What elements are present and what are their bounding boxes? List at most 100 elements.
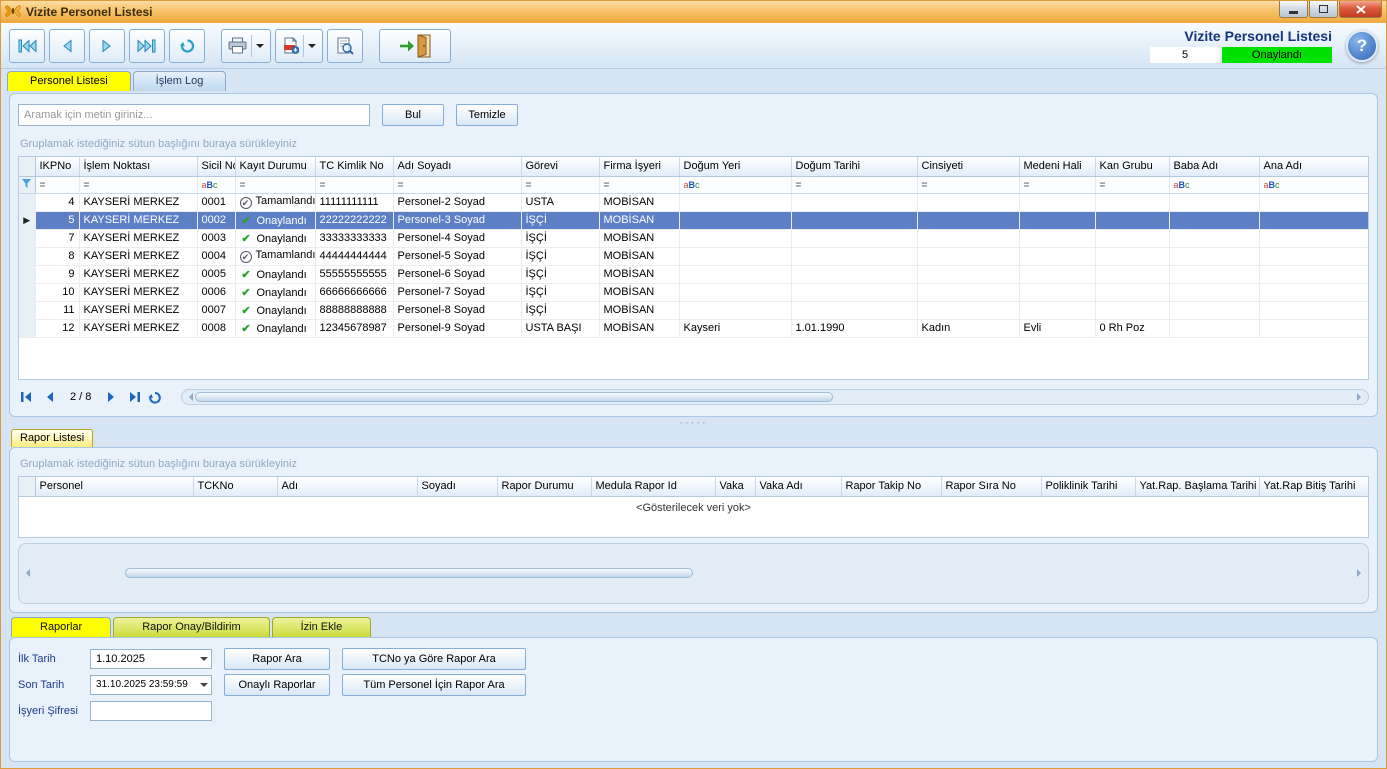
- close-button[interactable]: [1339, 1, 1382, 18]
- filter-cell[interactable]: =: [1019, 176, 1095, 193]
- column-header[interactable]: Doğum Yeri: [679, 157, 791, 176]
- table-row[interactable]: 7KAYSERİ MERKEZ0003Onaylandı33333333333P…: [19, 229, 1369, 247]
- tab-raporlar[interactable]: Raporlar: [11, 617, 111, 637]
- filter-cell[interactable]: =: [393, 176, 521, 193]
- filter-funnel-icon[interactable]: [19, 176, 35, 193]
- tab-izin-ekle[interactable]: İzin Ekle: [272, 617, 372, 637]
- report-horizontal-scrollbar[interactable]: [18, 543, 1369, 605]
- last-date-combo[interactable]: 31.10.2025 23:59:59: [90, 675, 212, 695]
- last-record-button[interactable]: [129, 29, 165, 63]
- search-input[interactable]: [18, 104, 370, 126]
- column-header[interactable]: Medula Rapor Id: [591, 477, 715, 496]
- column-header[interactable]: Soyadı: [417, 477, 497, 496]
- personnel-horizontal-scrollbar[interactable]: [181, 389, 1369, 405]
- scroll-right-icon[interactable]: [1357, 569, 1365, 577]
- table-row[interactable]: 8KAYSERİ MERKEZ0004Tamamlandı44444444444…: [19, 247, 1369, 265]
- workplace-password-input[interactable]: [90, 701, 212, 721]
- tum-personel-rapor-ara-button[interactable]: Tüm Personel İçin Rapor Ara: [342, 674, 526, 696]
- column-header[interactable]: Personel: [35, 477, 193, 496]
- column-header[interactable]: Vaka: [715, 477, 755, 496]
- column-header[interactable]: Yat.Rap. Başlama Tarihi: [1135, 477, 1259, 496]
- print-button[interactable]: [221, 29, 271, 63]
- tab-rapor-listesi[interactable]: Rapor Listesi: [11, 429, 93, 447]
- pager-last-button[interactable]: [123, 387, 143, 407]
- column-header[interactable]: İşlem Noktası: [79, 157, 197, 176]
- dropdown-caret-icon: [308, 44, 316, 52]
- column-header[interactable]: Rapor Durumu: [497, 477, 591, 496]
- column-header[interactable]: Poliklinik Tarihi: [1041, 477, 1135, 496]
- column-header[interactable]: Cinsiyeti: [917, 157, 1019, 176]
- scrollbar-thumb[interactable]: [195, 392, 833, 402]
- onayli-raporlar-button[interactable]: Onaylı Raporlar: [224, 674, 330, 696]
- maximize-button[interactable]: [1309, 1, 1338, 18]
- filter-cell[interactable]: =: [79, 176, 197, 193]
- scroll-left-icon[interactable]: [185, 393, 193, 401]
- help-button[interactable]: [1346, 30, 1378, 62]
- table-row[interactable]: 9KAYSERİ MERKEZ0005Onaylandı55555555555P…: [19, 265, 1369, 283]
- column-header[interactable]: Sicil No: [197, 157, 235, 176]
- pager-next-button[interactable]: [101, 387, 121, 407]
- cell-islem-noktasi: KAYSERİ MERKEZ: [79, 301, 197, 319]
- filter-cell[interactable]: aBc: [197, 176, 235, 193]
- pager-refresh-button[interactable]: [145, 387, 165, 407]
- filter-cell[interactable]: aBc: [1169, 176, 1259, 193]
- report-group-by-hint[interactable]: Gruplamak istediğiniz sütun başlığını bu…: [20, 458, 1369, 470]
- column-header[interactable]: TC Kimlik No: [315, 157, 393, 176]
- column-header[interactable]: Rapor Sıra No: [941, 477, 1041, 496]
- exit-button[interactable]: [379, 29, 451, 63]
- filter-cell[interactable]: =: [917, 176, 1019, 193]
- rapor-ara-button[interactable]: Rapor Ara: [224, 648, 330, 670]
- group-by-hint[interactable]: Gruplamak istediğiniz sütun başlığını bu…: [20, 138, 1369, 150]
- pager-first-button[interactable]: [18, 387, 38, 407]
- column-header[interactable]: Kan Grubu: [1095, 157, 1169, 176]
- table-row[interactable]: 10KAYSERİ MERKEZ0006Onaylandı66666666666…: [19, 283, 1369, 301]
- panel-splitter[interactable]: [9, 417, 1378, 429]
- column-header[interactable]: IKPNo: [35, 157, 79, 176]
- column-header[interactable]: Görevi: [521, 157, 599, 176]
- column-header[interactable]: Doğum Tarihi: [791, 157, 917, 176]
- column-header[interactable]: Rapor Takip No: [841, 477, 941, 496]
- column-header[interactable]: Vaka Adı: [755, 477, 841, 496]
- table-row[interactable]: 4KAYSERİ MERKEZ0001Tamamlandı11111111111…: [19, 193, 1369, 211]
- column-header[interactable]: Ana Adı: [1259, 157, 1369, 176]
- filter-cell[interactable]: aBc: [1259, 176, 1369, 193]
- first-record-button[interactable]: [9, 29, 45, 63]
- filter-cell[interactable]: =: [521, 176, 599, 193]
- tab-personel-listesi[interactable]: Personel Listesi: [7, 71, 131, 91]
- column-header[interactable]: Adı Soyadı: [393, 157, 521, 176]
- tab-islem-log[interactable]: İşlem Log: [133, 71, 227, 91]
- refresh-button[interactable]: [169, 29, 205, 63]
- scroll-left-icon[interactable]: [22, 569, 30, 577]
- table-row[interactable]: 11KAYSERİ MERKEZ0007Onaylandı88888888888…: [19, 301, 1369, 319]
- filter-cell[interactable]: =: [791, 176, 917, 193]
- previous-record-button[interactable]: [49, 29, 85, 63]
- scrollbar-thumb[interactable]: [125, 568, 694, 578]
- filter-cell[interactable]: =: [35, 176, 79, 193]
- clear-button[interactable]: Temizle: [456, 104, 518, 126]
- export-pdf-button[interactable]: [275, 29, 323, 63]
- table-row[interactable]: ▶5KAYSERİ MERKEZ0002Onaylandı22222222222…: [19, 211, 1369, 229]
- column-header[interactable]: Kayıt Durumu: [235, 157, 315, 176]
- column-header[interactable]: Firma İşyeri: [599, 157, 679, 176]
- find-button[interactable]: Bul: [382, 104, 444, 126]
- minimize-button[interactable]: [1279, 1, 1308, 18]
- column-header[interactable]: Adı: [277, 477, 417, 496]
- preview-button[interactable]: [327, 29, 363, 63]
- column-header[interactable]: TCKNo: [193, 477, 277, 496]
- scroll-right-icon[interactable]: [1357, 393, 1365, 401]
- filter-cell[interactable]: =: [599, 176, 679, 193]
- filter-cell[interactable]: =: [235, 176, 315, 193]
- filter-cell[interactable]: aBc: [679, 176, 791, 193]
- pager-previous-button[interactable]: [40, 387, 60, 407]
- first-date-combo[interactable]: 1.10.2025: [90, 649, 212, 669]
- column-header[interactable]: Baba Adı: [1169, 157, 1259, 176]
- column-header[interactable]: Yat.Rap Bitiş Tarihi: [1259, 477, 1369, 496]
- tcno-rapor-ara-button[interactable]: TCNo ya Göre Rapor Ara: [342, 648, 526, 670]
- tab-rapor-onay-bildirim[interactable]: Rapor Onay/Bildirim: [113, 617, 269, 637]
- table-row[interactable]: 12KAYSERİ MERKEZ0008Onaylandı12345678987…: [19, 319, 1369, 337]
- column-header[interactable]: Medeni Hali: [1019, 157, 1095, 176]
- filter-cell[interactable]: =: [315, 176, 393, 193]
- cell-kan-grubu: [1095, 229, 1169, 247]
- next-record-button[interactable]: [89, 29, 125, 63]
- filter-cell[interactable]: =: [1095, 176, 1169, 193]
